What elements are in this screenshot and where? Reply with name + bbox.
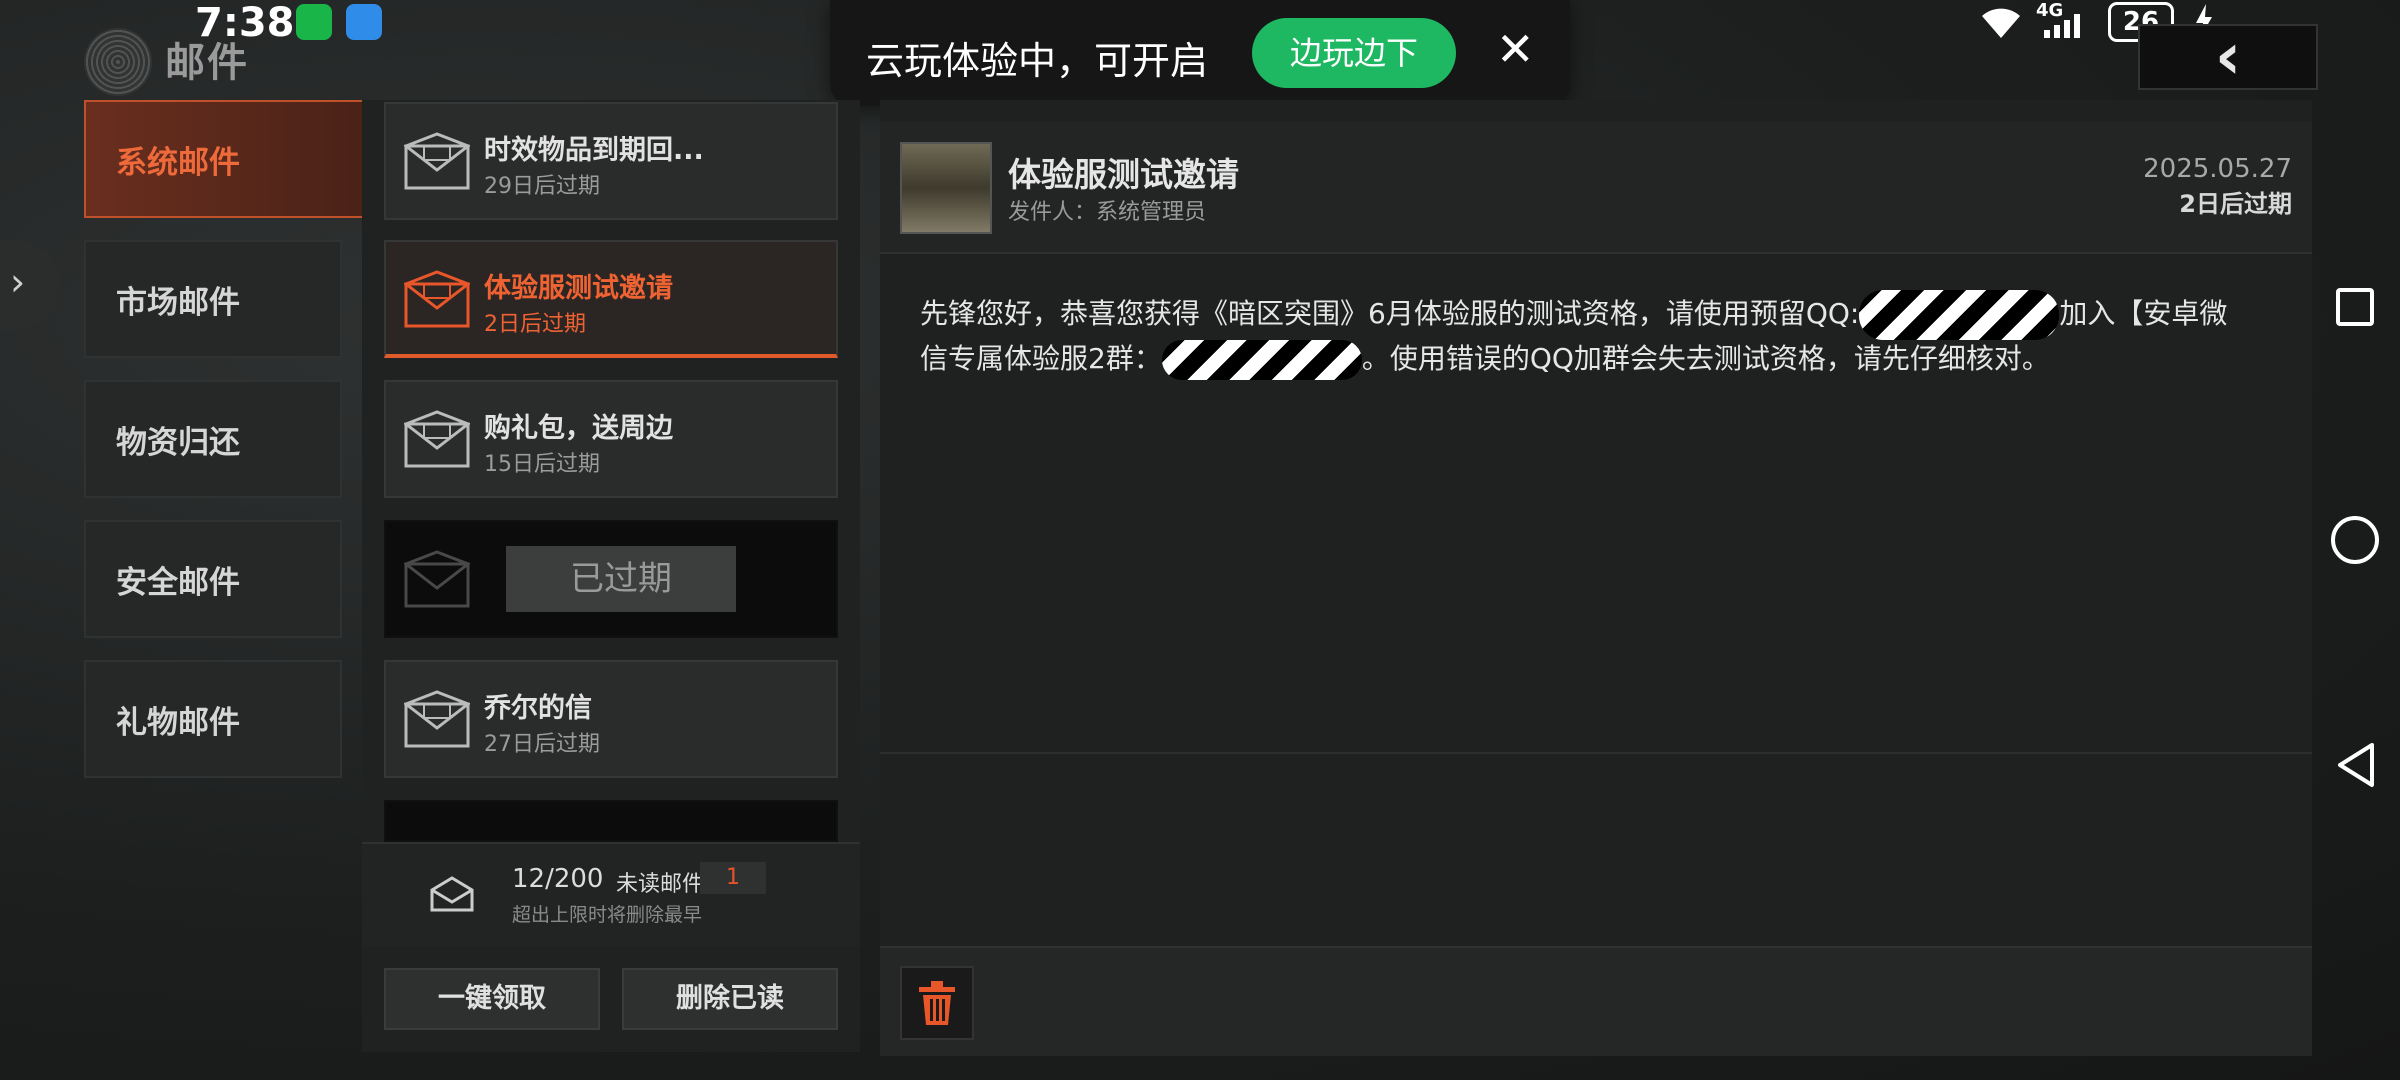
category-supply-return[interactable]: 物资归还: [84, 380, 342, 498]
category-security-mail[interactable]: 安全邮件: [84, 520, 342, 638]
detail-expiry: 2日后过期: [2179, 190, 2292, 218]
sender-avatar: [900, 142, 992, 234]
detail-divider: [880, 752, 2312, 754]
envelope-icon: [404, 410, 470, 468]
mail-title: 乔尔的信: [484, 693, 592, 724]
redacted-qq: [1859, 290, 2060, 340]
expired-badge: 已过期: [506, 546, 736, 612]
mail-logo-icon: [84, 28, 152, 96]
category-system-mail[interactable]: 系统邮件: [84, 100, 364, 218]
close-icon[interactable]: ✕: [1496, 22, 1535, 76]
detail-body: 先锋您好，恭喜您获得《暗区突围》6月体验服的测试资格，请使用预留QQ: 加入【安卓…: [920, 290, 2250, 380]
limit-note: 超出上限时将删除最早: [512, 904, 703, 926]
trash-icon: [919, 981, 955, 1025]
mail-item-expired[interactable]: 已过期: [384, 520, 838, 638]
envelope-icon: [404, 270, 470, 328]
mail-item[interactable]: 购礼包，送周边 15日后过期: [384, 380, 838, 498]
toast-text: 云玩体验中，可开启: [866, 39, 1209, 83]
mail-title: 购礼包，送周边: [484, 413, 673, 444]
play-while-download-button[interactable]: 边玩边下: [1252, 18, 1456, 88]
mail-expiry: 15日后过期: [484, 452, 600, 477]
envelope-icon: [404, 132, 470, 190]
page-title: 邮件: [165, 40, 249, 86]
category-market-mail[interactable]: 市场邮件: [84, 240, 342, 358]
mail-expiry: 2日后过期: [484, 312, 586, 337]
chevron-left-icon: ‹: [2214, 20, 2242, 94]
redacted-group-number: [1161, 340, 1362, 380]
mail-item[interactable]: 时效物品到期回... 29日后过期: [384, 102, 838, 220]
mail-count: 12/200: [512, 864, 604, 894]
chevron-right-icon: ›: [10, 260, 26, 304]
detail-footer: [880, 946, 2312, 1056]
detail-title: 体验服测试邀请: [1008, 155, 1239, 194]
weather-icon: [346, 4, 382, 40]
mail-title: 体验服测试邀请: [484, 273, 673, 304]
unread-count: 1: [700, 862, 766, 894]
back-nav-button[interactable]: [2336, 742, 2376, 788]
back-button[interactable]: ‹: [2138, 24, 2318, 90]
delete-mail-button[interactable]: [900, 966, 974, 1040]
mail-expiry: 29日后过期: [484, 174, 600, 199]
unread-label: 未读邮件: [616, 872, 705, 897]
wifi-icon: [1978, 4, 2024, 44]
mail-item-partial[interactable]: [384, 800, 838, 842]
wechat-icon: [296, 4, 332, 40]
category-gift-mail[interactable]: 礼物邮件: [84, 660, 342, 778]
envelope-icon: [404, 550, 470, 608]
claim-all-button[interactable]: 一键领取: [384, 968, 600, 1030]
signal-icon: [2044, 14, 2084, 42]
mail-expiry: 27日后过期: [484, 732, 600, 757]
recent-apps-button[interactable]: [2336, 288, 2374, 326]
envelope-icon: [404, 690, 470, 748]
detail-date: 2025.05.27: [2143, 154, 2292, 184]
delete-read-button[interactable]: 删除已读: [622, 968, 838, 1030]
home-button[interactable]: [2331, 516, 2379, 564]
mail-tray-icon: [430, 876, 474, 912]
mail-title: 时效物品到期回...: [484, 135, 704, 166]
mail-item-selected[interactable]: 体验服测试邀请 2日后过期: [384, 240, 838, 358]
cloud-play-toast: 云玩体验中，可开启 边玩边下 ✕: [830, 0, 1570, 106]
mail-item[interactable]: 乔尔的信 27日后过期: [384, 660, 838, 778]
detail-sender: 发件人：系统管理员: [1008, 200, 1207, 225]
mailbox-status: 12/200 未读邮件 1 超出上限时将删除最早: [362, 842, 860, 946]
